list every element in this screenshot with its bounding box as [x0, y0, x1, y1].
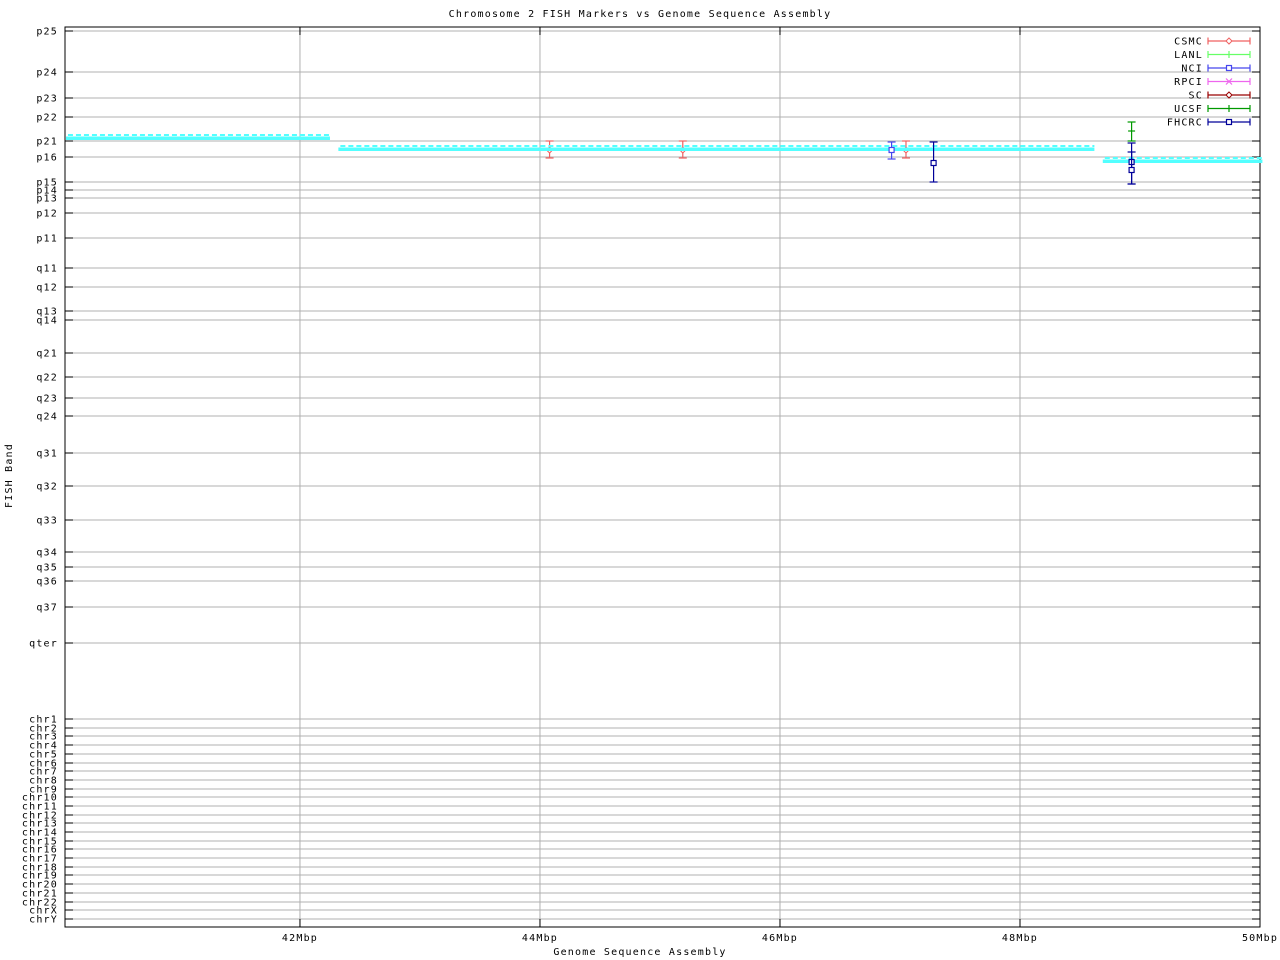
- x-tick-label: 46Mbp: [762, 933, 798, 944]
- y-tick-label: q32: [36, 482, 58, 493]
- legend-label: FHCRC: [1167, 118, 1203, 129]
- y-tick-label: p12: [36, 209, 58, 220]
- y-tick-label: p25: [36, 27, 58, 38]
- y-tick-label: p11: [36, 234, 58, 245]
- y-tick-label: q22: [36, 373, 58, 384]
- assembly-track-bar: [1102, 159, 1263, 163]
- chart-page: Chromosome 2 FISH Markers vs Genome Sequ…: [0, 0, 1280, 960]
- legend-label: NCI: [1181, 64, 1203, 75]
- point-marker-diamond: [1225, 91, 1233, 99]
- y-tick-label: q33: [36, 516, 58, 527]
- y-tick-label: q37: [36, 603, 58, 614]
- legend-label: CSMC: [1174, 37, 1203, 48]
- y-tick-label: qter: [29, 639, 58, 650]
- y-tick-label: q23: [36, 394, 58, 405]
- x-tick-label: 48Mbp: [1002, 933, 1038, 944]
- point-marker-square: [1225, 64, 1233, 72]
- point-marker-square: [888, 146, 895, 154]
- y-tick-label: q36: [36, 577, 58, 588]
- legend-label: UCSF: [1174, 104, 1203, 115]
- y-tick-label: p21: [36, 137, 58, 148]
- point-marker-square: [1225, 118, 1233, 126]
- point-marker-diamond: [1225, 37, 1233, 45]
- point-marker-square: [1128, 166, 1135, 174]
- y-tick-label: q35: [36, 563, 58, 574]
- y-tick-label: q21: [36, 349, 58, 360]
- y-tick-label: p16: [36, 153, 58, 164]
- x-tick-label: 50Mbp: [1242, 933, 1278, 944]
- x-tick-label: 44Mbp: [522, 933, 558, 944]
- y-tick-label: q12: [36, 283, 58, 294]
- y-tick-label: q31: [36, 449, 58, 460]
- legend-label: RPCI: [1174, 77, 1203, 88]
- y-tick-label: p24: [36, 68, 58, 79]
- y-tick-label: q24: [36, 412, 58, 423]
- assembly-track-bar: [65, 136, 330, 140]
- legend-label: SC: [1189, 91, 1203, 102]
- chart-canvas: 42Mbp 44Mbp 46Mbp 48Mbp 50Mbp p25 p24 p23 p22 p21…: [22, 26, 1278, 944]
- y-tick-label: p22: [36, 113, 58, 124]
- legend-label: LANL: [1174, 50, 1203, 61]
- y-tick-label: chrY: [29, 915, 58, 926]
- point-marker-square: [930, 159, 937, 167]
- y-tick-label: q11: [36, 264, 58, 275]
- x-tick-label: 42Mbp: [282, 933, 318, 944]
- y-tick-label: p13: [36, 194, 58, 205]
- y-tick-label: q14: [36, 316, 58, 327]
- y-tick-label: p23: [36, 94, 58, 105]
- y-tick-label: q34: [36, 548, 58, 559]
- assembly-track-bar: [338, 147, 1095, 151]
- plot-border: [64, 26, 1261, 928]
